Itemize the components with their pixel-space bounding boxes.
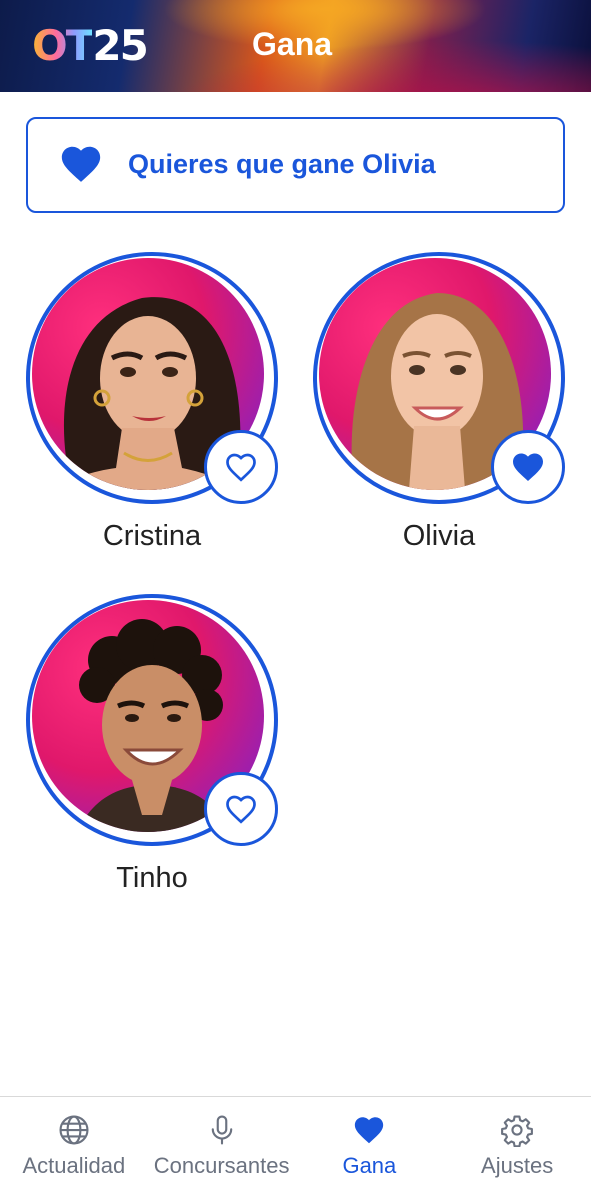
favorite-button[interactable] [491, 430, 565, 504]
app-header: OT 25 Gana [0, 0, 591, 92]
favorite-button[interactable] [204, 772, 278, 846]
heart-outline-icon [226, 795, 256, 824]
contestant-name: Tinho [116, 862, 188, 894]
heart-icon [355, 1117, 384, 1144]
globe-icon [59, 1115, 89, 1145]
vote-status-banner: Quieres que gane Olivia [26, 117, 565, 213]
gear-icon [501, 1115, 534, 1147]
bottom-navigation: Actualidad Concursantes Gana Ajustes [0, 1096, 591, 1200]
nav-label: Ajustes [481, 1153, 554, 1178]
nav-label: Actualidad [22, 1153, 126, 1178]
nav-item-ajustes[interactable]: Ajustes [443, 1097, 591, 1200]
ot25-logo: OT 25 [32, 20, 149, 70]
nav-item-concursantes[interactable]: Concursantes [148, 1097, 296, 1200]
contestant-name: Olivia [402, 520, 476, 552]
nav-label: Gana [342, 1153, 397, 1178]
banner-text: Quieres que gane Olivia [128, 149, 436, 179]
page-title: Gana [252, 26, 333, 62]
contestant-card-olivia[interactable]: Olivia [313, 252, 573, 572]
heart-icon [61, 146, 101, 182]
heart-filled-icon [513, 453, 543, 482]
contestant-name: Cristina [102, 520, 202, 552]
nav-item-gana[interactable]: Gana [296, 1097, 444, 1200]
contestant-card-tinho[interactable]: Tinho [26, 594, 286, 914]
favorite-button[interactable] [204, 430, 278, 504]
contestant-card-cristina[interactable]: Cristina [26, 252, 286, 572]
microphone-icon [211, 1115, 232, 1145]
heart-outline-icon [226, 453, 256, 482]
nav-item-actualidad[interactable]: Actualidad [0, 1097, 148, 1200]
nav-label: Concursantes [153, 1153, 290, 1178]
